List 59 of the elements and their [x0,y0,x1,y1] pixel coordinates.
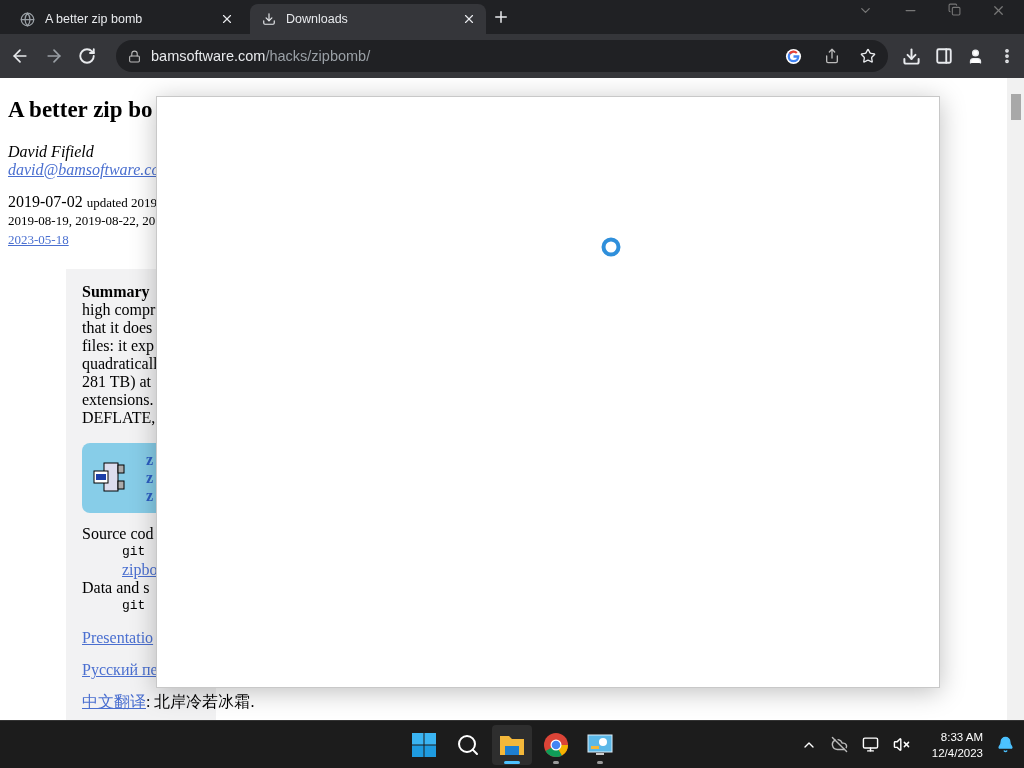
summary-text: high compr [82,301,157,319]
folder-icon [499,733,525,756]
summary-text: 281 TB) at [82,373,153,391]
browser-tab[interactable]: Downloads [250,4,486,34]
search-icon [456,732,480,757]
page-title: A better zip bo [8,97,154,123]
star-icon[interactable] [860,48,876,64]
side-panel-button[interactable] [935,47,953,65]
taskbar-app[interactable] [492,724,532,765]
date-link[interactable]: 2023-05-18 [8,232,69,247]
reload-button[interactable] [78,47,96,65]
google-icon[interactable] [785,47,802,65]
summary-text: files: it exp [82,337,155,355]
summary-text: quadraticall [82,355,159,373]
clock[interactable]: 8:33 AM 12/4/2023 [931,728,983,761]
url-text: bamsoftware.com/hacks/zipbomb/ [151,48,372,64]
volume-muted-icon[interactable] [892,736,910,753]
update-dates: 2019-08-19, 2019-08-22, 20 [8,212,157,230]
scrollbar[interactable] [1007,78,1024,720]
summary-text: extensions. [82,391,155,409]
summary-heading: Summary [82,283,150,300]
cloud-off-icon[interactable] [830,736,848,753]
updated-label: updated 2019 [86,195,158,210]
git-command: git [121,597,147,615]
author-name: David Fifield [8,143,95,161]
download-link[interactable]: z [146,469,154,487]
notification-bell-icon[interactable] [997,736,1014,753]
restore-icon[interactable] [948,2,961,16]
summary-text: that it does [82,319,154,337]
translation-link[interactable]: Presentatio [82,629,154,646]
loading-spinner [601,237,621,257]
lock-icon [128,49,141,63]
download-link[interactable]: z [146,487,154,505]
data-label: Data and s [82,579,151,597]
source-link[interactable]: zipbo [122,561,158,578]
chinese-link[interactable]: 中文翻译 [82,693,146,710]
globe-icon [20,11,35,27]
source-label: Source cod [82,525,155,543]
address-bar[interactable]: bamsoftware.com/hacks/zipbomb/ [116,40,888,72]
download-button[interactable] [902,46,921,66]
email-link[interactable]: david@bamsoftware.co [8,161,160,178]
browser-tab[interactable]: A better zip bomb [8,4,244,34]
summary-text: DEFLATE, [82,409,157,427]
new-tab-button[interactable] [492,8,510,26]
close-icon[interactable] [462,12,476,26]
zip-archive-icon [92,461,126,495]
network-icon[interactable] [861,736,879,753]
close-icon[interactable] [220,12,234,26]
chinese-text: : 北岸冷若冰霜. [146,693,255,710]
profile-button[interactable] [967,47,984,65]
scroll-thumb[interactable] [1010,94,1021,120]
download-icon [262,12,276,26]
windows-logo-icon [412,732,436,757]
download-link[interactable]: z [146,451,154,469]
chrome-icon [543,731,569,758]
publish-date: 2019-07-02 [8,193,83,210]
share-icon[interactable] [824,48,840,64]
git-command: git [121,543,147,561]
monitor-chart-icon [587,733,613,756]
